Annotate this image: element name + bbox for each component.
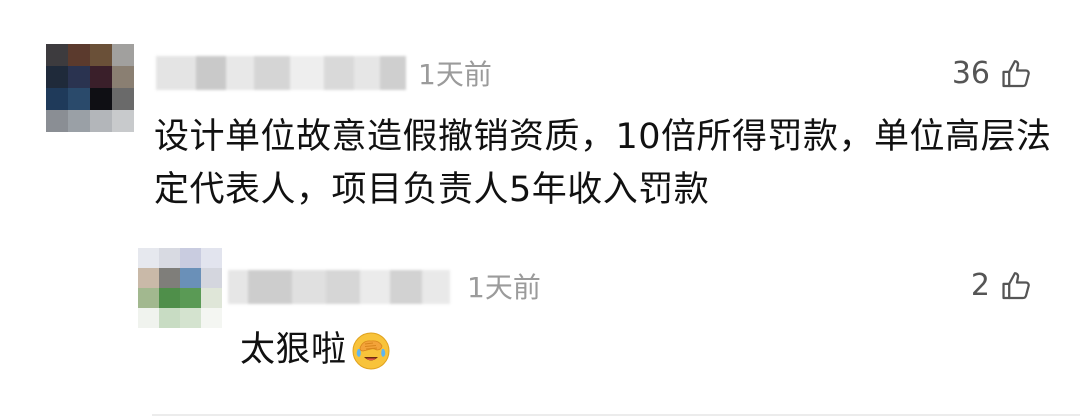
comment-time: 1天前 [418, 58, 492, 91]
thumbs-up-icon [1002, 272, 1030, 300]
like-button[interactable]: 36 [952, 56, 1034, 92]
face-with-tears-covering-eyes-emoji [352, 332, 390, 369]
comment-time: 1天前 [467, 271, 541, 304]
like-count: 2 [970, 268, 990, 303]
username-blurred[interactable] [228, 270, 450, 304]
username-blurred[interactable] [156, 56, 406, 90]
thumbs-up-icon [1002, 60, 1030, 88]
avatar[interactable] [138, 248, 222, 328]
comment-text: 设计单位故意造假撤销资质，10倍所得罚款，单位高层法定代表人，项目负责人5年收入… [154, 117, 1052, 210]
comment-text: 太狠啦 [240, 330, 347, 370]
like-count: 36 [951, 56, 990, 91]
avatar[interactable] [46, 44, 134, 132]
divider [152, 414, 1080, 416]
comment-body: 太狠啦 [240, 324, 840, 377]
like-button[interactable]: 2 [971, 268, 1034, 304]
